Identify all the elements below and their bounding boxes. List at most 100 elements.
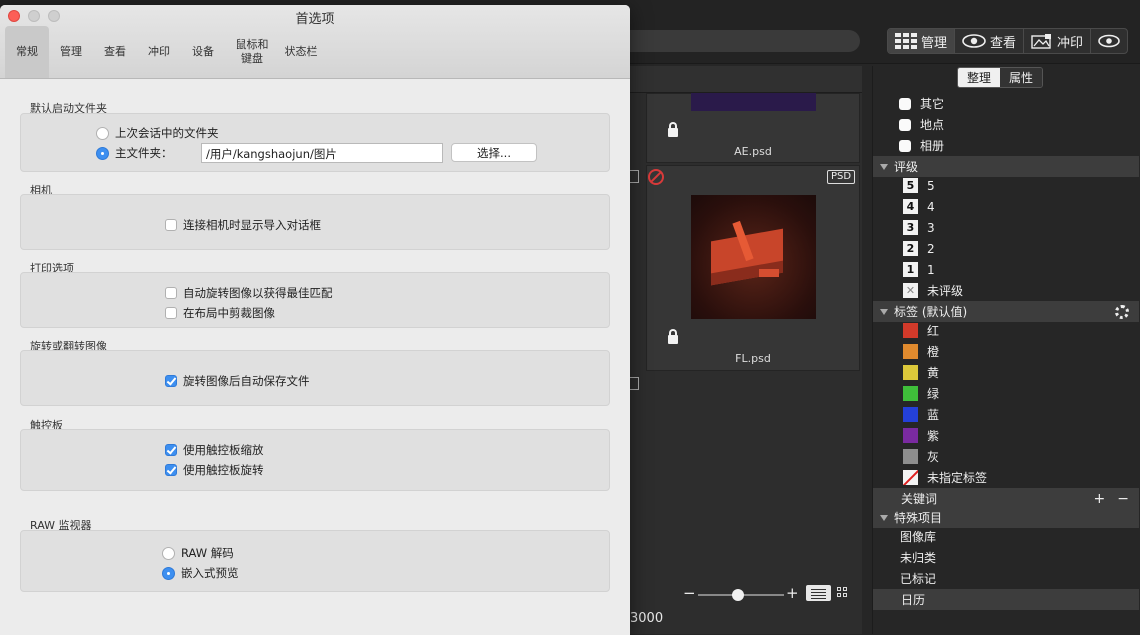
radio-raw-decode[interactable]: RAW 解码 [162,545,234,561]
folder-places[interactable]: 地点 [873,114,1139,135]
rejected-icon [648,169,664,185]
tab-manage[interactable]: 管理 [49,26,93,78]
mode-manage-button[interactable]: 管理 [888,29,955,53]
radio-button[interactable] [96,147,109,160]
preferences-tabs: 常规 管理 查看 冲印 设备 鼠标和 键盘 状态栏 [5,26,323,78]
color-swatch [903,344,918,359]
checkbox[interactable] [165,219,177,231]
checkbox-auto-rotate[interactable]: 自动旋转图像以获得最佳匹配 [165,285,333,301]
color-swatch [903,365,918,380]
badge-edge [630,377,639,390]
disclosure-triangle-icon[interactable] [880,164,888,170]
zoom-out-icon[interactable]: − [683,584,696,602]
tab-properties[interactable]: 属性 [1000,68,1042,87]
mode-develop-button[interactable]: 冲印 [1024,29,1091,53]
label-red[interactable]: 红 [873,320,1139,341]
special-section[interactable]: 特殊项目 [873,507,1139,528]
special-uncategorized[interactable]: 未归类 [873,547,1139,568]
checkbox-crop-in-layout[interactable]: 在布局中剪裁图像 [165,305,275,321]
zoom-in-icon[interactable]: + [786,584,799,602]
label-green[interactable]: 绿 [873,383,1139,404]
file-name-fl: FL.psd [646,352,860,365]
radio-button[interactable] [162,547,175,560]
zoom-slider-knob[interactable] [732,589,744,601]
badge-edge [630,170,639,183]
mode-view-button[interactable]: 查看 [955,29,1024,53]
tab-develop[interactable]: 冲印 [137,26,181,78]
checkbox[interactable] [165,464,177,476]
fl-thumbnail[interactable] [691,195,816,319]
radio-button[interactable] [162,567,175,580]
mode-extra-button[interactable] [1091,29,1127,53]
rating-4[interactable]: 44 [873,196,1139,217]
rating-5[interactable]: 55 [873,175,1139,196]
grid-view-button[interactable] [837,587,847,597]
rating-unrated[interactable]: ✕未评级 [873,280,1139,301]
tab-mouse-keyboard[interactable]: 鼠标和 键盘 [225,26,279,78]
window-title: 首选项 [0,8,630,27]
browser-header [630,66,862,93]
color-swatch [903,323,918,338]
tab-general[interactable]: 常规 [5,26,49,78]
special-tagged[interactable]: 已标记 [873,568,1139,589]
eye-arrow-icon [1098,34,1120,48]
label-yellow[interactable]: 黄 [873,362,1139,383]
mode-switcher: 管理 查看 冲印 [887,28,1128,54]
checkbox-auto-save-after-rotate[interactable]: 旋转图像后自动保存文件 [165,373,310,389]
rating-3[interactable]: 33 [873,217,1139,238]
radio-home-folder[interactable]: 主文件夹： [96,145,173,161]
status-count: 3000 [630,611,663,626]
radio-last-session[interactable]: 上次会话中的文件夹 [96,125,219,141]
checkbox-trackpad-rotate[interactable]: 使用触控板旋转 [165,462,264,478]
radio-embedded-preview[interactable]: 嵌入式预览 [162,565,239,581]
checkbox[interactable] [899,98,911,110]
radio-button[interactable] [96,127,109,140]
checkbox[interactable] [899,140,911,152]
checkbox[interactable] [165,375,177,387]
checkbox-show-import-dialog[interactable]: 连接相机时显示导入对话框 [165,217,321,233]
color-swatch [903,407,918,422]
color-swatch [903,428,918,443]
labels-section[interactable]: 标签 (默认值) [873,301,1139,322]
panel-tabs: 整理 属性 [957,67,1043,88]
label-unassigned[interactable]: 未指定标签 [873,467,1139,488]
gear-icon[interactable] [1115,305,1129,319]
disclosure-triangle-icon[interactable] [880,515,888,521]
rating-1[interactable]: 11 [873,259,1139,280]
rotate-group [20,350,610,406]
choose-folder-button[interactable]: 选择... [451,143,537,162]
label-purple[interactable]: 紫 [873,425,1139,446]
mode-develop-label: 冲印 [1057,32,1083,51]
folder-other[interactable]: 其它 [873,93,1139,114]
rating-2[interactable]: 22 [873,238,1139,259]
tab-view[interactable]: 查看 [93,26,137,78]
checkbox-trackpad-zoom[interactable]: 使用触控板缩放 [165,442,264,458]
develop-icon [1031,33,1053,49]
checkbox[interactable] [899,119,911,131]
color-swatch [903,449,918,464]
checkbox[interactable] [165,287,177,299]
unrated-icon: ✕ [903,283,918,298]
label-blue[interactable]: 蓝 [873,404,1139,425]
add-icon[interactable]: + [1094,491,1106,507]
ae-thumbnail[interactable] [691,93,816,111]
tab-devices[interactable]: 设备 [181,26,225,78]
folder-albums[interactable]: 相册 [873,135,1139,156]
mode-manage-label: 管理 [921,32,947,51]
calendar-section[interactable]: 日历 [873,589,1139,610]
disclosure-triangle-icon[interactable] [880,309,888,315]
search-field[interactable] [630,30,860,52]
label-gray[interactable]: 灰 [873,446,1139,467]
tab-organize[interactable]: 整理 [958,68,1000,87]
no-label-icon [903,470,918,485]
remove-icon[interactable]: − [1117,491,1129,507]
label-orange[interactable]: 橙 [873,341,1139,362]
special-library[interactable]: 图像库 [873,526,1139,547]
checkbox[interactable] [165,307,177,319]
keywords-section[interactable]: 关键词+− [873,488,1139,509]
home-folder-path-field[interactable]: /用户/kangshaojun/图片 [201,143,443,163]
list-view-button[interactable] [806,585,831,601]
rating-section[interactable]: 评级 [873,156,1139,177]
tab-status-bar[interactable]: 状态栏 [279,26,323,78]
checkbox[interactable] [165,444,177,456]
